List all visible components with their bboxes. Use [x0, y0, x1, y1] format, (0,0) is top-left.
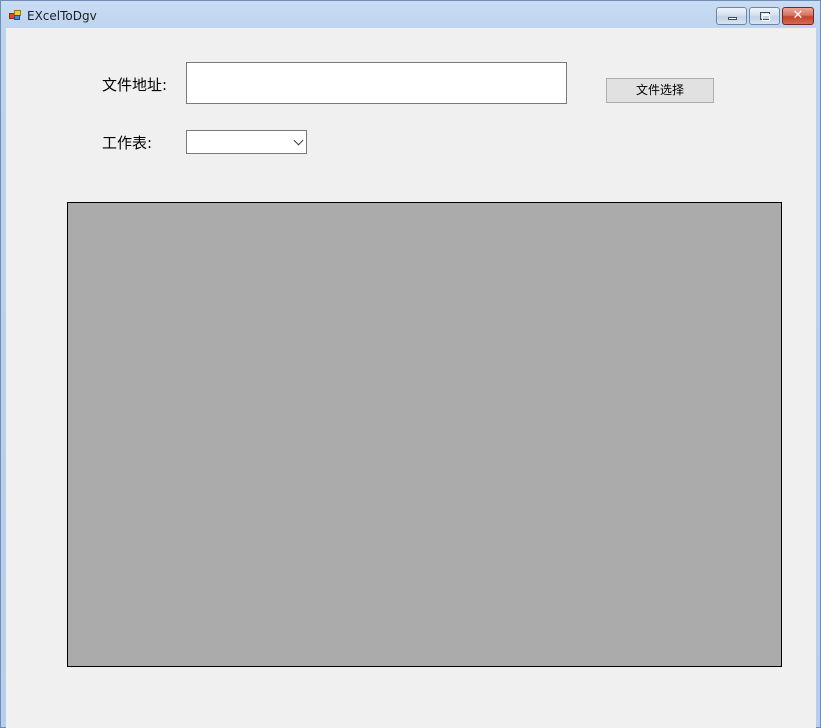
app-window: EXcelToDgv ✕ 文件地址: 文件选择 工作表: — [0, 0, 821, 728]
sheet-label: 工作表: — [102, 134, 153, 152]
file-select-button[interactable]: 文件选择 — [606, 78, 714, 103]
close-button[interactable]: ✕ — [782, 7, 814, 25]
restore-button[interactable] — [749, 7, 780, 25]
form-client-area: 文件地址: 文件选择 工作表: — [6, 28, 816, 728]
file-path-label: 文件地址: — [102, 76, 168, 94]
restore-icon — [760, 12, 770, 21]
sheet-combobox[interactable] — [186, 130, 307, 154]
title-bar[interactable]: EXcelToDgv ✕ — [1, 1, 820, 28]
file-path-input[interactable] — [186, 62, 567, 104]
window-controls: ✕ — [714, 7, 814, 25]
chevron-down-icon[interactable] — [293, 135, 304, 146]
minimize-icon — [728, 17, 737, 20]
close-icon: ✕ — [792, 8, 804, 23]
window-title: EXcelToDgv — [27, 9, 97, 23]
minimize-button[interactable] — [716, 7, 747, 25]
app-icon[interactable] — [9, 10, 21, 21]
data-grid-view[interactable] — [67, 202, 782, 667]
